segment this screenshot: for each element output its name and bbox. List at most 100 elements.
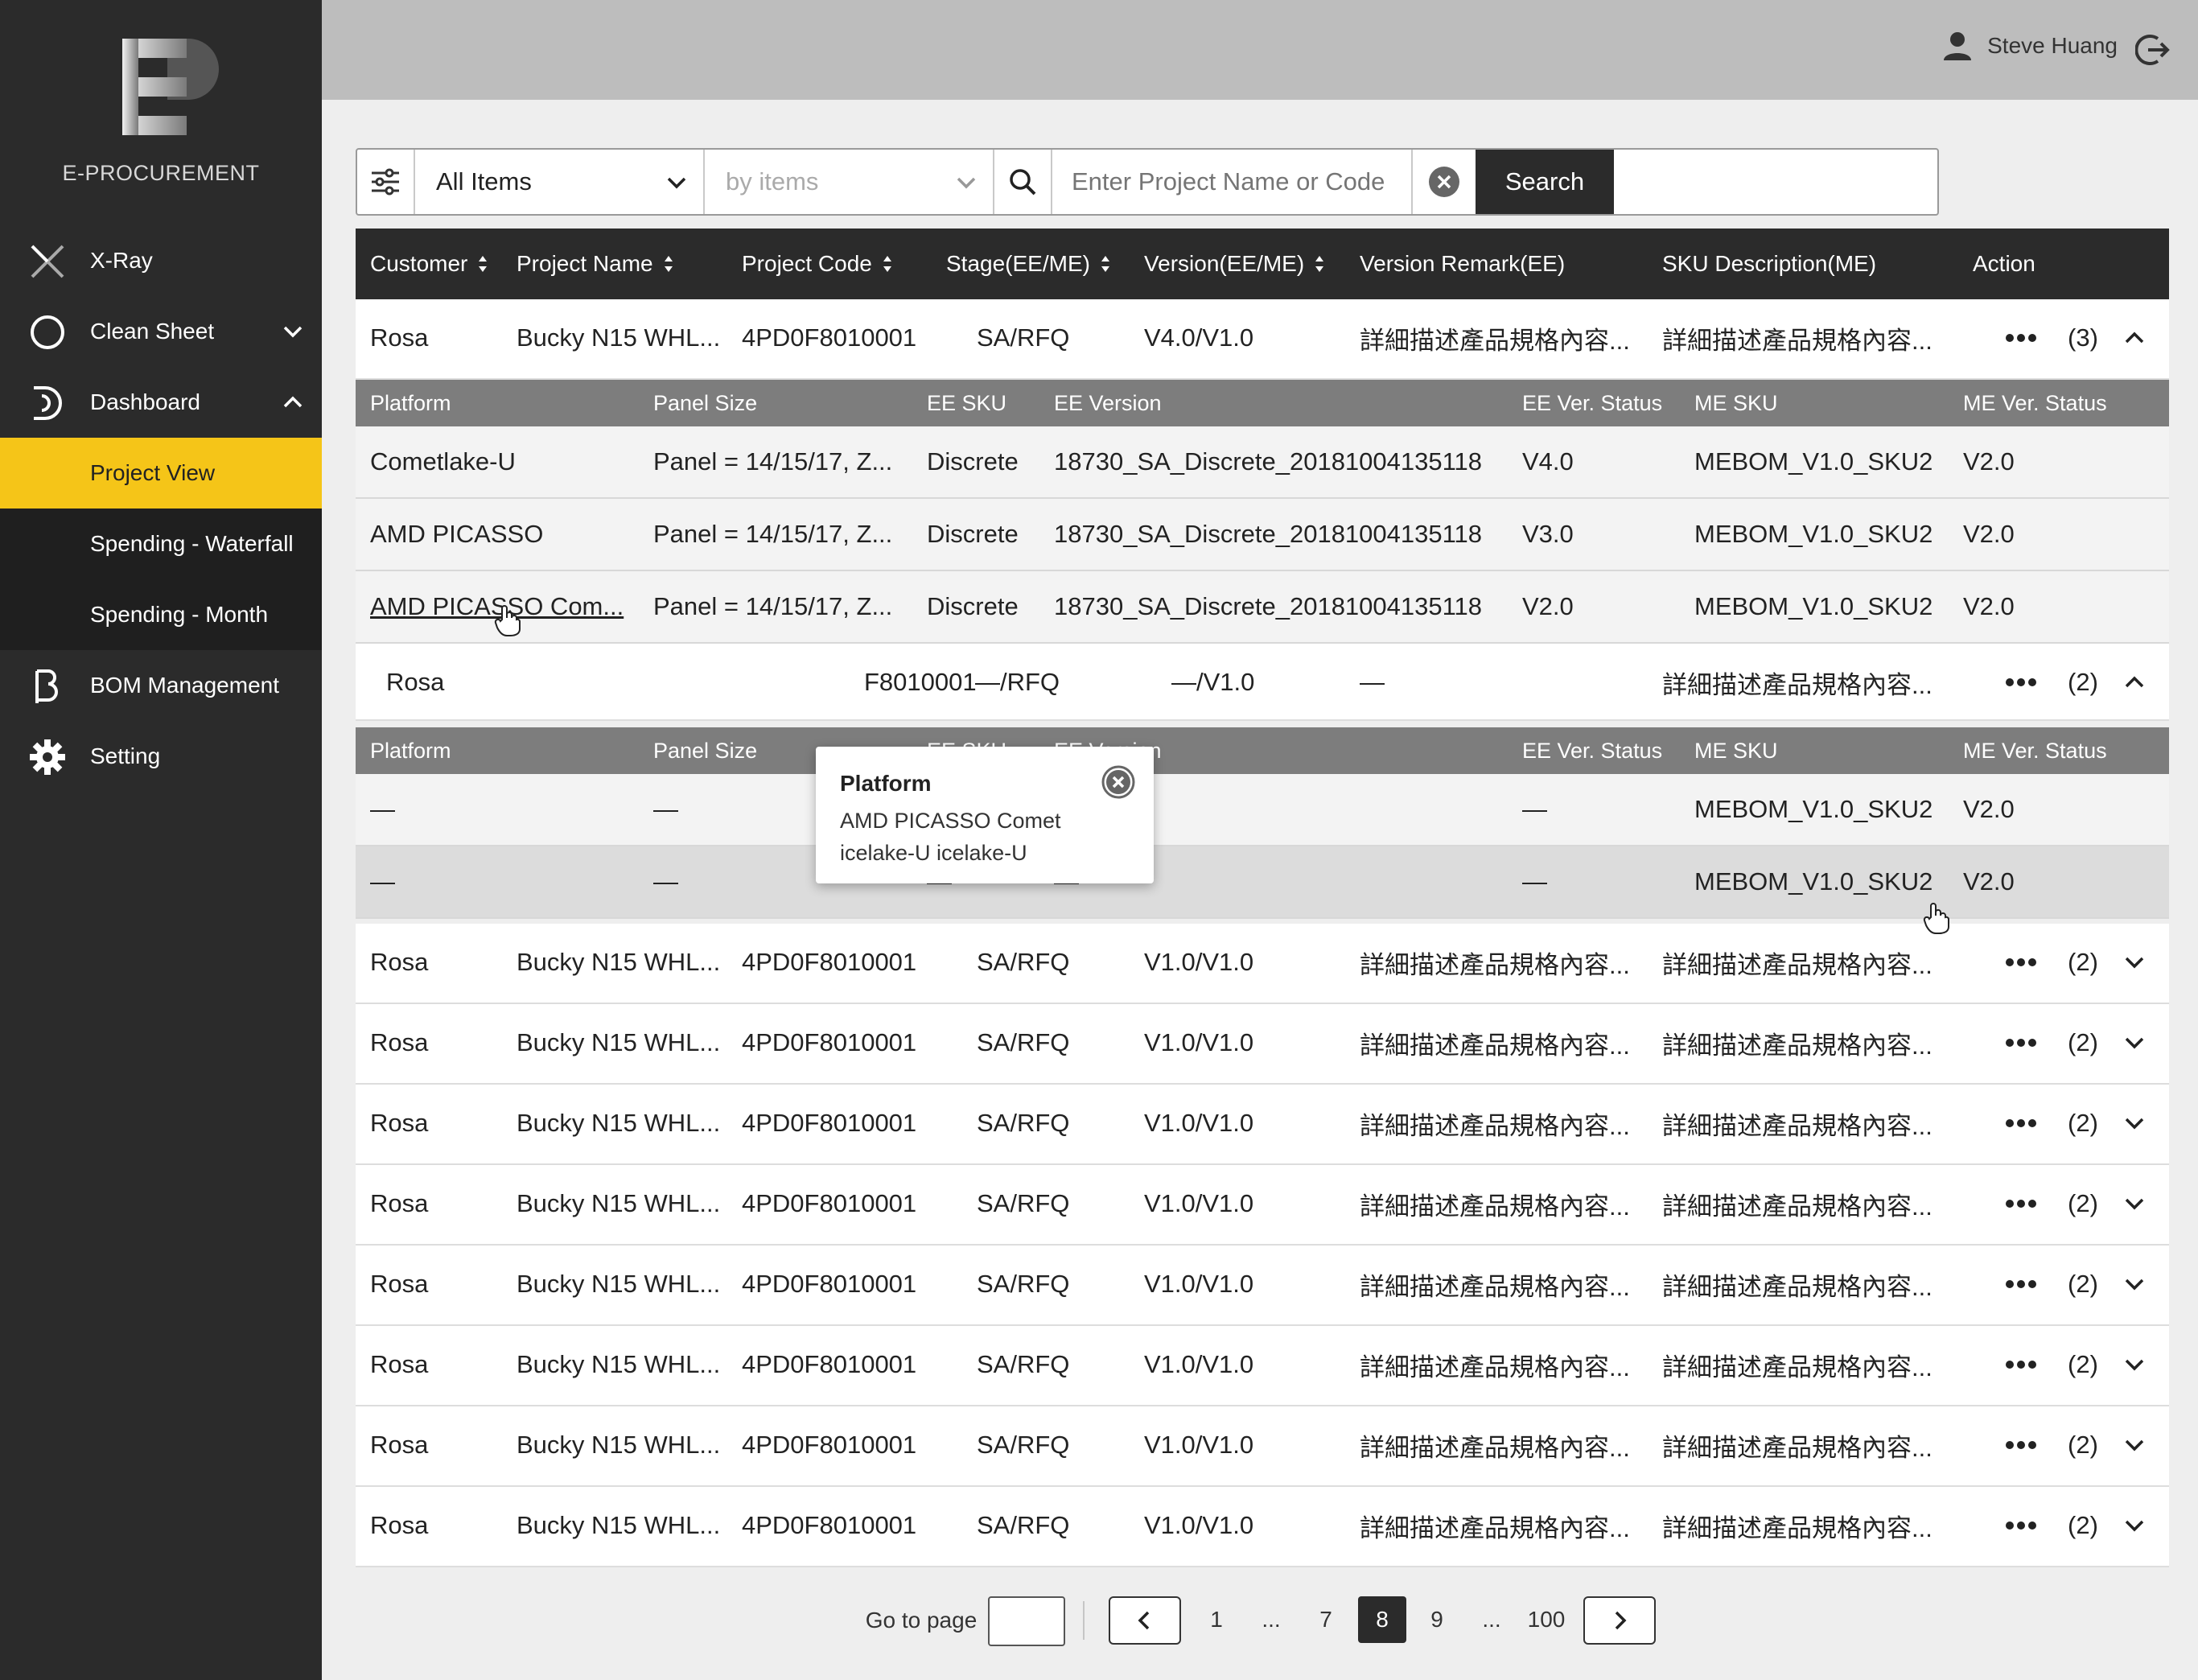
more-actions-button[interactable]	[2005, 1246, 2037, 1323]
sub-table-row-hovered[interactable]: — — — — — MEBOM_V1.0_SKU2 V2.0	[356, 846, 2169, 919]
scope-select-value: All Items	[436, 167, 532, 196]
prev-page-button[interactable]	[1109, 1596, 1181, 1645]
page-8-current[interactable]: 8	[1358, 1596, 1406, 1643]
page-7[interactable]: 7	[1302, 1596, 1350, 1643]
col-customer[interactable]: Customer	[370, 229, 488, 299]
sidebar-item-setting[interactable]: Setting	[0, 721, 322, 792]
more-actions-button[interactable]	[2005, 644, 2037, 721]
more-actions-button[interactable]	[2005, 1004, 2037, 1081]
col-version[interactable]: Version(EE/ME)	[1144, 229, 1325, 299]
col-project-code[interactable]: Project Code	[742, 229, 893, 299]
sidebar-item-project-view[interactable]: Project View	[0, 438, 322, 509]
cell-me-sku: MEBOM_V1.0_SKU2	[1694, 592, 1933, 620]
sidebar-item-clean-sheet[interactable]: Clean Sheet	[0, 296, 322, 367]
table-row[interactable]: Rosa Bucky N15 WHL... 4PD0F8010001 SA/RFQ V1…	[356, 1246, 2169, 1326]
search-input[interactable]	[1052, 150, 1411, 214]
close-circle-icon[interactable]	[1101, 764, 1136, 800]
next-page-button[interactable]	[1583, 1596, 1656, 1645]
page-1[interactable]: 1	[1192, 1596, 1241, 1643]
more-actions-button[interactable]	[2005, 1487, 2037, 1564]
scope-select[interactable]: All Items	[415, 150, 705, 214]
more-horizontal-icon	[2006, 678, 2036, 686]
cell-project-name: Bucky N15 WHL...	[517, 1028, 721, 1056]
cell-sku-description: 詳細描述產品規格內容...	[1662, 670, 1933, 699]
expand-row-button[interactable]	[2122, 1085, 2147, 1162]
more-horizontal-icon	[2006, 1039, 2036, 1047]
col-label: Version(EE/ME)	[1144, 251, 1305, 276]
expand-row-button[interactable]	[2122, 1406, 2147, 1484]
sidebar-item-label: Setting	[90, 743, 161, 768]
user-menu[interactable]: Steve Huang	[1942, 31, 2118, 61]
expand-row-button[interactable]	[2122, 1004, 2147, 1081]
xray-icon	[31, 245, 64, 278]
cell-version: V1.0/V1.0	[1144, 1189, 1254, 1217]
col-project-name[interactable]: Project Name	[517, 229, 674, 299]
expand-row-button[interactable]	[2122, 1165, 2147, 1242]
cell-version: V1.0/V1.0	[1144, 1431, 1254, 1459]
chevron-up-icon	[2125, 676, 2144, 688]
expand-row-button[interactable]	[2122, 1487, 2147, 1564]
expand-row-button[interactable]	[2122, 1246, 2147, 1323]
sidebar-item-bom-management[interactable]: BOM Management	[0, 650, 322, 721]
cell-platform: —	[370, 795, 395, 823]
divider	[1083, 1601, 1085, 1640]
table-row[interactable]: Rosa Bucky N15 WHL... 4PD0F8010001 SA/RF…	[356, 299, 2169, 380]
cell-panel-size: Panel = 14/15/17, Z...	[653, 592, 893, 620]
col-stage[interactable]: Stage(EE/ME)	[946, 229, 1111, 299]
logout-icon[interactable]	[2135, 32, 2171, 68]
cell-sku-description: 詳細描述產品規格內容...	[1662, 1353, 1933, 1381]
table-row[interactable]: Rosa Bucky N15 WHL... 4PD0F8010001 SA/RFQ V1…	[356, 1165, 2169, 1246]
chevron-down-icon	[2125, 1359, 2144, 1371]
cell-sku-description: 詳細描述產品規格內容...	[1662, 1111, 1933, 1140]
table-row[interactable]: Rosa F8010001 —/RFQ —/V1.0 — 詳細描述產品規格內容.…	[356, 644, 2169, 721]
col-version-remark: Version Remark(EE)	[1360, 251, 1566, 276]
cell-project-code: F8010001	[864, 668, 977, 696]
more-actions-button[interactable]	[2005, 1085, 2037, 1162]
table-row[interactable]: Rosa Bucky N15 WHL... 4PD0F8010001 SA/RFQ V1…	[356, 1406, 2169, 1487]
table-row[interactable]: Rosa Bucky N15 WHL... 4PD0F8010001 SA/RFQ V1…	[356, 1004, 2169, 1085]
sidebar-item-label: BOM Management	[90, 673, 279, 698]
subcol-platform: Platform	[370, 390, 451, 415]
clear-search-button[interactable]	[1411, 150, 1476, 214]
by-items-select[interactable]: by items	[705, 150, 994, 214]
sidebar-item-spending-waterfall[interactable]: Spending - Waterfall	[0, 509, 322, 579]
sidebar-item-xray[interactable]: X-Ray	[0, 225, 322, 296]
sidebar-item-spending-month[interactable]: Spending - Month	[0, 579, 322, 650]
table-row[interactable]: Rosa Bucky N15 WHL... 4PD0F8010001 SA/RFQ V1…	[356, 1487, 2169, 1567]
table-row[interactable]: Rosa Bucky N15 WHL... 4PD0F8010001 SA/RFQ V1…	[356, 1085, 2169, 1165]
search-button[interactable]: Search	[1476, 150, 1614, 214]
sub-table-row: AMD PICASSO Com... Panel = 14/15/17, Z..…	[356, 571, 2169, 644]
collapse-row-button[interactable]	[2122, 299, 2147, 377]
chevron-right-icon	[1615, 1611, 1627, 1630]
collapse-row-button[interactable]	[2122, 644, 2147, 721]
cell-version-remark: 詳細描述產品規格內容...	[1360, 1272, 1630, 1301]
sidebar-item-label: Dashboard	[90, 389, 200, 414]
platform-tooltip: Platform AMD PICASSO Comet icelake-U ice…	[816, 747, 1154, 883]
more-horizontal-icon	[2006, 1361, 2036, 1369]
sidebar-nav: X-Ray Clean Sheet Dashboard Project View…	[0, 225, 322, 792]
page-100[interactable]: 100	[1522, 1596, 1570, 1643]
more-actions-button[interactable]	[2005, 299, 2037, 377]
page-9[interactable]: 9	[1413, 1596, 1461, 1643]
cell-sku-description: 詳細描述產品規格內容...	[1662, 1031, 1933, 1060]
table-row[interactable]: Rosa Bucky N15 WHL... 4PD0F8010001 SA/RFQ V1…	[356, 924, 2169, 1004]
search-bar: All Items by items Search	[356, 148, 1939, 216]
more-actions-button[interactable]	[2005, 1326, 2037, 1403]
cell-stage: —/RFQ	[975, 668, 1060, 696]
more-actions-button[interactable]	[2005, 1406, 2037, 1484]
expand-row-button[interactable]	[2122, 1326, 2147, 1403]
chevron-up-icon[interactable]	[280, 389, 306, 415]
sidebar-item-dashboard[interactable]: Dashboard	[0, 367, 322, 438]
filter-button[interactable]	[357, 150, 415, 214]
cell-stage: SA/RFQ	[977, 1350, 1070, 1378]
more-actions-button[interactable]	[2005, 924, 2037, 1001]
expand-row-button[interactable]	[2122, 924, 2147, 1001]
cell-me-ver-status: V2.0	[1963, 520, 2015, 548]
more-actions-button[interactable]	[2005, 1165, 2037, 1242]
goto-page-input[interactable]	[988, 1596, 1065, 1646]
chevron-down-icon[interactable]	[280, 319, 306, 344]
chevron-down-icon	[2125, 1520, 2144, 1532]
more-horizontal-icon	[2006, 958, 2036, 966]
cell-panel-size: —	[653, 867, 678, 896]
table-row[interactable]: Rosa Bucky N15 WHL... 4PD0F8010001 SA/RFQ V1…	[356, 1326, 2169, 1406]
